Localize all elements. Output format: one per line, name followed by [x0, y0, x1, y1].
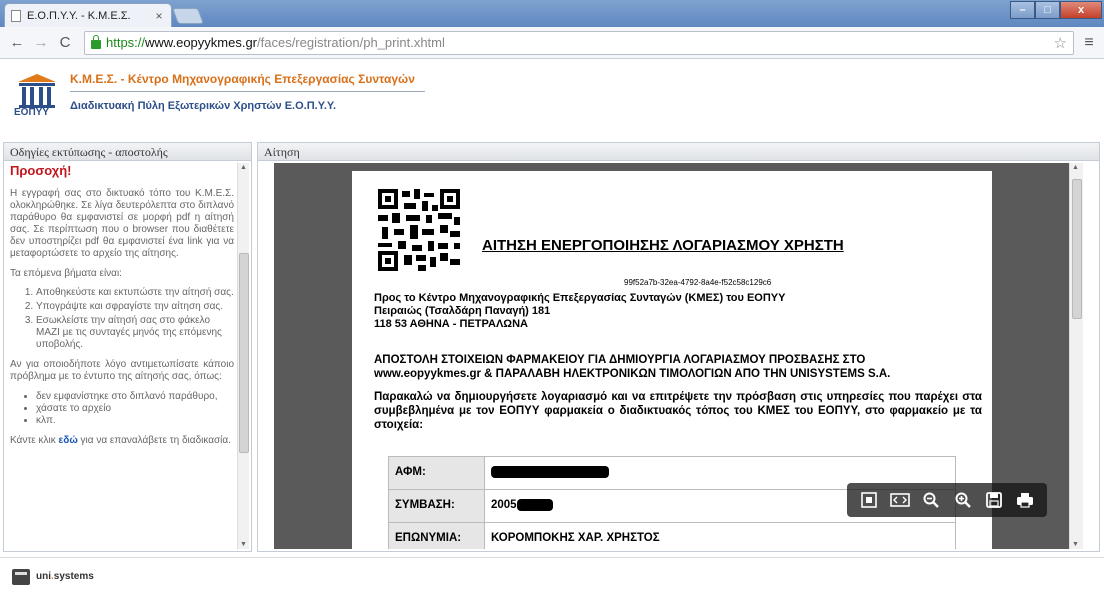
site-header: ΕΟΠΥΥ Κ.Μ.Ε.Σ. - Κέντρο Μηχανογραφικής Ε…	[0, 60, 1104, 130]
site-subtitle: Διαδικτυακή Πύλη Εξωτερικών Χρηστών Ε.Ο.…	[70, 100, 337, 112]
fit-width-icon[interactable]	[888, 488, 912, 512]
address-line: 118 53 ΑΘΗΝΑ - ΠΕΤΡΑΛΩΝΑ	[374, 318, 529, 330]
scrollbar-thumb[interactable]	[239, 253, 249, 453]
browser-titlebar: Ε.Ο.Π.Υ.Υ. - Κ.Μ.Ε.Σ. × – □ x	[0, 0, 1104, 27]
document-title: ΑΙΤΗΣΗ ΕΝΕΡΓΟΠΟΙΗΣΗΣ ΛΟΓΑΡΙΑΣΜΟΥ ΧΡΗΣΤΗ	[482, 237, 844, 254]
scroll-up-icon[interactable]: ▲	[1072, 164, 1079, 171]
save-icon[interactable]	[982, 488, 1006, 512]
application-panel-heading: Αίτηση	[258, 143, 1099, 161]
zoom-in-icon[interactable]	[951, 488, 975, 512]
retry-prefix: Κάντε κλικ	[10, 435, 59, 446]
browser-toolbar: ← → C https://www.eopyykmes.gr/faces/reg…	[0, 27, 1104, 59]
problem-text: Αν για οποιοδήποτε λόγο αντιμετωπίσατε κ…	[10, 359, 234, 382]
problem-item: χάσατε το αρχείο	[36, 403, 234, 415]
scrollbar-thumb[interactable]	[1072, 179, 1082, 319]
name-label: ΕΠΩΝΥΜΙΑ:	[389, 523, 485, 549]
address-line: Πειραιώς (Τσαλδάρη Παναγή) 181	[374, 305, 551, 317]
zoom-out-icon[interactable]	[919, 488, 943, 512]
subject-line: www.eopyykmes.gr & ΠΑΡΑΛΑΒΗ ΗΛΕΚΤΡΟΝΙΚΩΝ…	[374, 368, 891, 380]
viewer-scrollbar[interactable]: ▲ ▼	[1069, 163, 1083, 549]
print-icon[interactable]	[1013, 488, 1037, 512]
document-subject: ΑΠΟΣΤΟΛΗ ΣΤΟΙΧΕΙΩΝ ΦΑΡΜΑΚΕΙΟΥ ΓΙΑ ΔΗΜΙΟΥ…	[374, 353, 982, 381]
step-item: Αποθηκεύστε και εκτυπώστε την αίτησή σας…	[36, 287, 234, 299]
redaction-bar	[516, 499, 553, 511]
brand-part: systems	[53, 571, 94, 582]
address-line: Προς το Κέντρο Μηχανογραφικής Επεξεργασί…	[374, 292, 786, 304]
menu-icon[interactable]: ≡	[1082, 34, 1096, 52]
browser-tab[interactable]: Ε.Ο.Π.Υ.Υ. - Κ.Μ.Ε.Σ. ×	[4, 3, 172, 27]
pdf-viewer[interactable]: ΑΙΤΗΣΗ ΕΝΕΡΓΟΠΟΙΗΣΗΣ ΛΟΓΑΡΙΑΣΜΟΥ ΧΡΗΣΤΗ …	[274, 163, 1069, 549]
window-controls: – □ x	[1010, 1, 1102, 19]
footer-brand: uni.systems	[36, 571, 94, 582]
application-panel: Αίτηση ΑΙΤΗΣΗ ΕΝΕΡΓΟΠΟΙΗΣΗΣ ΛΟΓΑΡΙΑΣΜΟΥ …	[257, 142, 1100, 552]
redaction-bar	[491, 466, 609, 478]
url-scheme: https://	[106, 35, 146, 50]
contract-number: 2005	[491, 499, 517, 512]
document-body: Παρακαλώ να δημιουργήσετε λογαριασμό και…	[374, 391, 982, 431]
fit-page-icon[interactable]	[857, 488, 881, 512]
problems-list: δεν εμφανίστηκε στο διπλανό παράθυρο, χά…	[10, 391, 234, 427]
logo-text: ΕΟΠΥΥ	[14, 107, 50, 118]
reload-icon[interactable]: C	[56, 34, 74, 51]
tab-title: Ε.Ο.Π.Υ.Υ. - Κ.Μ.Ε.Σ.	[27, 9, 131, 22]
maximize-button[interactable]: □	[1035, 1, 1060, 19]
document-uuid: 99f52a7b-32ea-4792-8a4e-f52c58c129c6	[624, 278, 772, 287]
lock-icon	[91, 35, 101, 49]
unisystems-logo-icon	[12, 569, 30, 585]
name-value: ΚΟΡΟΜΠΟΚΗΣ ΧΑΡ. ΧΡΗΣΤΟΣ	[491, 532, 660, 544]
step-item: Εσωκλείστε την αίτησή σας στο φάκελο ΜΑΖ…	[36, 315, 234, 351]
subject-line: ΑΠΟΣΤΟΛΗ ΣΤΟΙΧΕΙΩΝ ΦΑΡΜΑΚΕΙΟΥ ΓΙΑ ΔΗΜΙΟΥ…	[374, 354, 866, 366]
afm-label: ΑΦΜ:	[389, 457, 485, 489]
problem-item: κλπ.	[36, 415, 234, 427]
minimize-button[interactable]: –	[1010, 1, 1035, 19]
retry-text: Κάντε κλικ εδώ για να επαναλάβετε τη δια…	[10, 435, 234, 447]
url-path: /faces/registration/ph_print.xhtml	[257, 35, 445, 50]
brand-part: uni	[36, 571, 51, 582]
instructions-scrollbar[interactable]: ▲ ▼	[237, 163, 249, 549]
scroll-down-icon[interactable]: ▼	[1072, 541, 1079, 548]
site-title: Κ.Μ.Ε.Σ. - Κέντρο Μηχανογραφικής Επεξεργ…	[70, 72, 415, 86]
pdf-toolbar	[847, 483, 1047, 517]
retry-suffix: για να επαναλάβετε τη διαδικασία.	[77, 435, 231, 446]
page-icon	[11, 9, 21, 22]
instructions-panel: Οδηγίες εκτύπωσης - αποστολής Προσοχή! Η…	[3, 142, 252, 552]
steps-title: Τα επόμενα βήματα είναι:	[10, 268, 122, 279]
instructions-body: Προσοχή! Η εγγραφή σας στο δικτυακό τόπο…	[6, 163, 238, 549]
warning-heading: Προσοχή!	[10, 163, 72, 178]
tab-close-icon[interactable]: ×	[153, 9, 165, 23]
url-host: www.eopyykmes.gr	[145, 35, 258, 50]
bookmark-star-icon[interactable]: ☆	[1054, 34, 1067, 52]
steps-list: Αποθηκεύστε και εκτυπώστε την αίτησή σας…	[10, 287, 234, 351]
close-window-button[interactable]: x	[1060, 1, 1102, 19]
intro-text: Η εγγραφή σας στο δικτυακό τόπο του Κ.Μ.…	[10, 188, 234, 259]
back-icon[interactable]: ←	[8, 34, 26, 51]
scroll-down-icon[interactable]: ▼	[240, 541, 247, 548]
recipient-address: Προς το Κέντρο Μηχανογραφικής Επεξεργασί…	[374, 292, 786, 331]
forward-icon[interactable]: →	[32, 34, 50, 51]
instructions-panel-heading: Οδηγίες εκτύπωσης - αποστολής	[4, 143, 251, 161]
page-footer: uni.systems	[0, 557, 1104, 601]
field-row-name: ΕΠΩΝΥΜΙΑ: ΚΟΡΟΜΠΟΚΗΣ ΧΑΡ. ΧΡΗΣΤΟΣ	[389, 523, 955, 549]
scroll-up-icon[interactable]: ▲	[240, 164, 247, 171]
step-item: Υπογράψτε και σφραγίστε την αίτηση σας.	[36, 301, 234, 313]
problem-item: δεν εμφανίστηκε στο διπλανό παράθυρο,	[36, 391, 234, 403]
address-bar[interactable]: https://www.eopyykmes.gr/faces/registrat…	[84, 30, 1074, 55]
header-divider	[70, 91, 425, 92]
qr-code-icon	[378, 189, 460, 271]
new-tab-button[interactable]	[172, 8, 204, 24]
retry-link[interactable]: εδώ	[59, 435, 78, 446]
contract-label: ΣΥΜΒΑΣΗ:	[389, 490, 485, 522]
